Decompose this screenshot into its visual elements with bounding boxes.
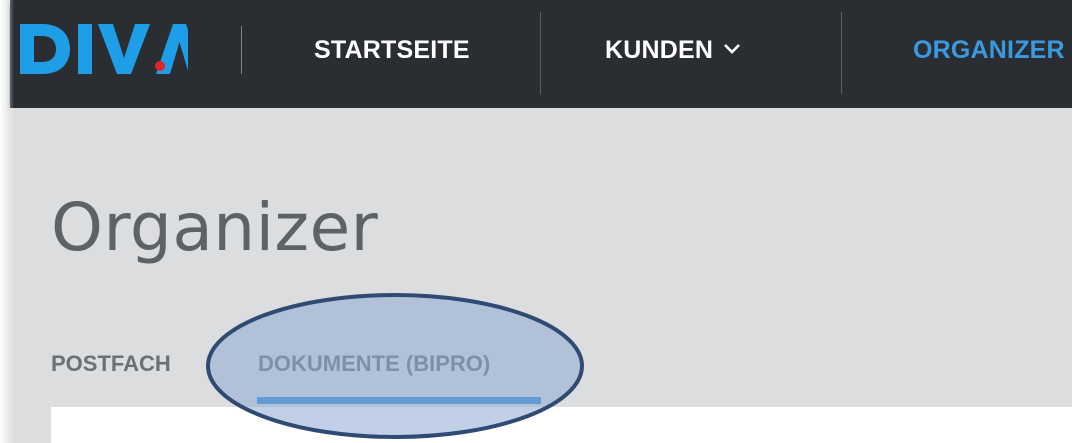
tab-dokumente-bipro[interactable]: DOKUMENTE (BIPRO) (258, 351, 490, 377)
chevron-down-icon (724, 44, 741, 55)
nav-item-startseite[interactable]: STARTSEITE (314, 34, 470, 66)
main-content: Organizer POSTFACH DOKUMENTE (BIPRO) (10, 108, 1072, 443)
left-edge-fade (0, 0, 14, 443)
nav-item-kunden-label: KUNDEN (605, 36, 714, 64)
nav-item-organizer[interactable]: ORGANIZER (913, 34, 1065, 66)
page-title: Organizer (51, 189, 379, 266)
app-window: STARTSEITE KUNDEN ORGANIZER Organizer PO… (0, 0, 1072, 443)
tab-postfach[interactable]: POSTFACH (51, 351, 171, 377)
diva-logo[interactable] (8, 14, 188, 84)
top-navbar: STARTSEITE KUNDEN ORGANIZER (10, 0, 1072, 108)
nav-divider (540, 12, 541, 94)
tab-content-panel (51, 407, 1072, 443)
nav-divider (841, 12, 842, 94)
active-tab-indicator (257, 397, 541, 404)
nav-item-kunden[interactable]: KUNDEN (605, 34, 741, 66)
nav-divider (241, 26, 242, 74)
